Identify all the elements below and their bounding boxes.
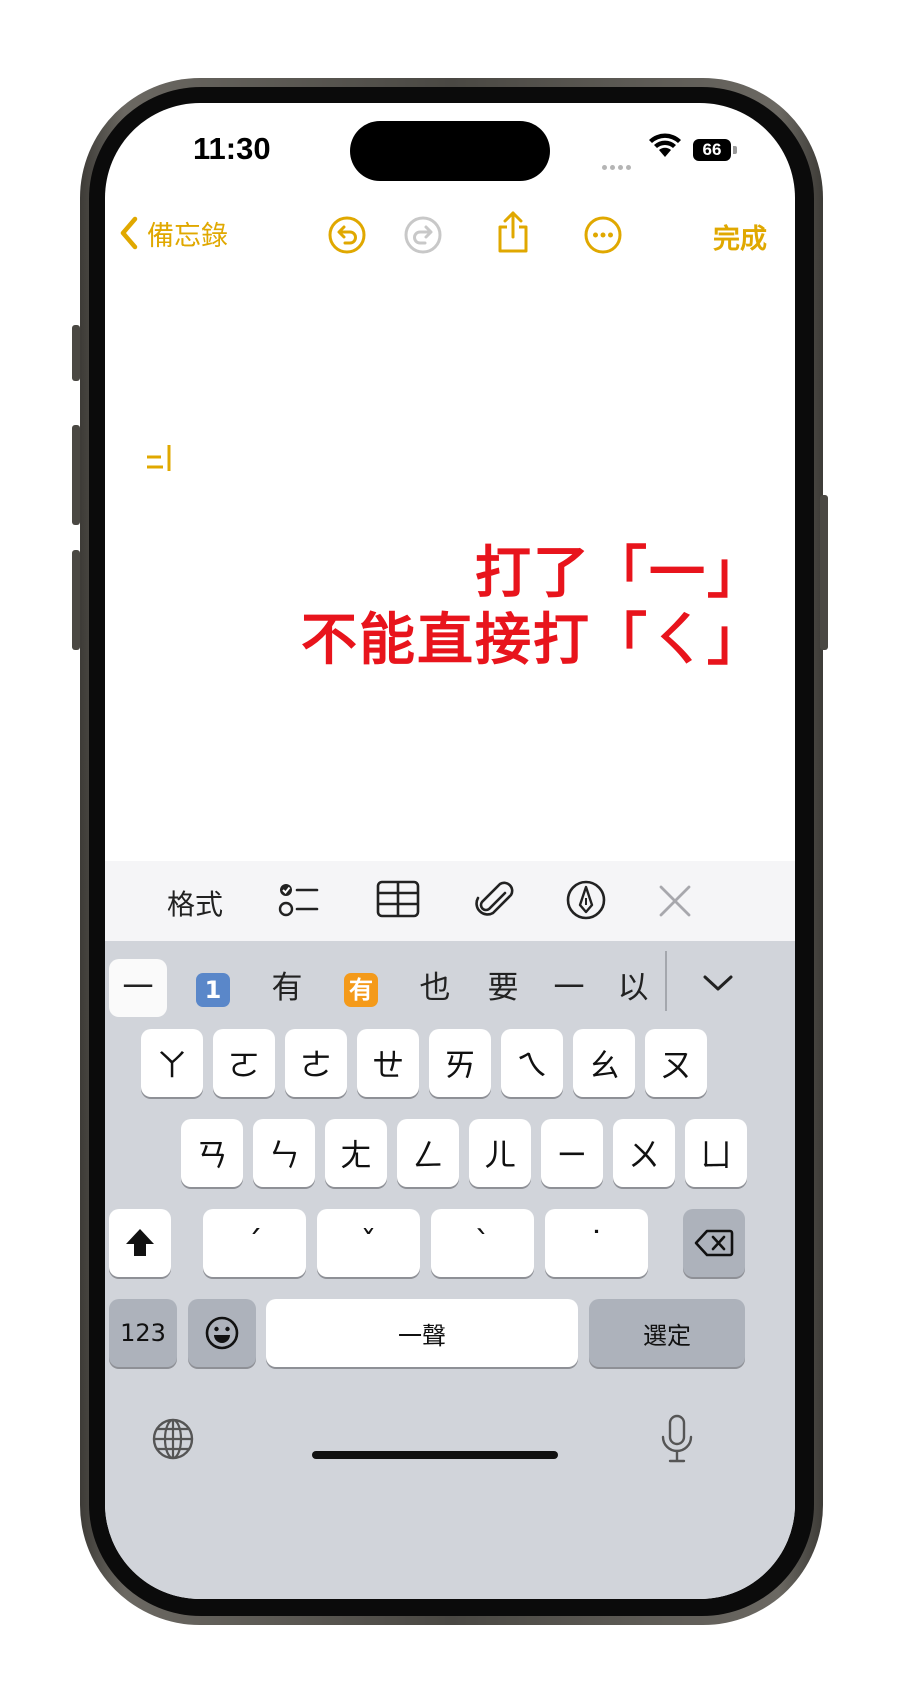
checklist-icon[interactable]	[277, 879, 319, 921]
dynamic-island	[350, 121, 550, 181]
battery-tip	[733, 146, 737, 154]
table-icon[interactable]	[375, 879, 421, 919]
power-button	[820, 495, 828, 650]
shift-key[interactable]	[109, 1209, 171, 1277]
candidate-bar: 一 1 有 有 也 要 一 以	[105, 941, 795, 1027]
key-ao[interactable]: ㄠ	[573, 1029, 635, 1097]
volume-up-button	[72, 425, 80, 525]
key-er[interactable]: ㄦ	[469, 1119, 531, 1187]
key-eng[interactable]: ㄥ	[397, 1119, 459, 1187]
microphone-icon[interactable]	[659, 1413, 695, 1465]
zhuyin-keyboard: 一 1 有 有 也 要 一 以 ㄚ ㄛ ㄜ ㄝ ㄞ ㄟ ㄠ ㄡ ㄢ ㄣ ㄤ ㄥ …	[105, 941, 795, 1599]
tone-key-neutral[interactable]: ˙	[545, 1209, 648, 1277]
attachment-icon[interactable]	[475, 879, 515, 923]
candidate-item[interactable]: 有	[265, 959, 309, 1017]
key-an[interactable]: ㄢ	[181, 1119, 243, 1187]
undo-icon[interactable]	[327, 215, 367, 255]
close-icon[interactable]	[657, 883, 693, 919]
candidate-item[interactable]: 也	[413, 959, 457, 1017]
key-u[interactable]: ㄨ	[613, 1119, 675, 1187]
chevron-down-icon[interactable]	[683, 959, 753, 1009]
emoji-key[interactable]	[188, 1299, 256, 1367]
volume-down-button	[72, 550, 80, 650]
key-ou[interactable]: ㄡ	[645, 1029, 707, 1097]
emoji-face-icon	[205, 1316, 239, 1350]
emoji-candidate: 有	[344, 972, 378, 1007]
select-key[interactable]: 選定	[589, 1299, 745, 1367]
candidate-divider	[665, 951, 667, 1011]
shift-arrow-icon	[126, 1229, 154, 1256]
globe-icon[interactable]	[151, 1417, 195, 1461]
tone-key-4[interactable]: ˋ	[431, 1209, 534, 1277]
numbers-key[interactable]: 123	[109, 1299, 177, 1367]
status-time: 11:30	[193, 131, 271, 166]
key-ang[interactable]: ㄤ	[325, 1119, 387, 1187]
action-button	[72, 325, 80, 381]
keycap-emoji: 1	[196, 972, 230, 1007]
tone-key-2[interactable]: ˊ	[203, 1209, 306, 1277]
markup-pen-icon[interactable]	[565, 879, 607, 921]
text-cursor-icon	[147, 445, 171, 471]
candidate-item[interactable]: 1	[191, 959, 235, 1017]
key-i[interactable]: ㄧ	[541, 1119, 603, 1187]
key-eh[interactable]: ㄝ	[357, 1029, 419, 1097]
candidate-item[interactable]: 一	[109, 959, 167, 1017]
chevron-left-icon	[120, 216, 138, 250]
more-options-icon[interactable]	[583, 215, 623, 255]
candidate-item[interactable]: 以	[611, 959, 655, 1017]
back-button[interactable]: 備忘錄	[113, 213, 228, 253]
space-key[interactable]: 一聲	[266, 1299, 578, 1367]
battery-indicator: 66	[693, 139, 731, 161]
share-icon[interactable]	[493, 209, 533, 255]
key-a[interactable]: ㄚ	[141, 1029, 203, 1097]
annotation-line-2: 不能直接打「ㄑ」	[301, 608, 765, 673]
redo-icon[interactable]	[403, 215, 443, 255]
home-indicator[interactable]	[312, 1451, 558, 1459]
tone-key-3[interactable]: ˇ	[317, 1209, 420, 1277]
key-en[interactable]: ㄣ	[253, 1119, 315, 1187]
screen: 11:30 66 備忘錄 完成 打了「一」 不能直接打「ㄑ」 格式 一 1 有 …	[105, 103, 795, 1599]
candidate-item[interactable]: 有	[339, 959, 383, 1017]
key-o[interactable]: ㄛ	[213, 1029, 275, 1097]
cellular-signal-icon	[602, 155, 634, 174]
format-button[interactable]: 格式	[167, 883, 223, 923]
done-button[interactable]: 完成	[713, 217, 767, 256]
delete-key[interactable]	[683, 1209, 745, 1277]
note-nav-bar: 備忘錄 完成	[105, 203, 795, 273]
candidate-item[interactable]: 要	[481, 959, 525, 1017]
candidate-item[interactable]: 一	[547, 959, 591, 1017]
key-e[interactable]: ㄜ	[285, 1029, 347, 1097]
wifi-icon	[649, 133, 681, 157]
format-toolbar: 格式	[105, 861, 795, 941]
key-yu[interactable]: ㄩ	[685, 1119, 747, 1187]
backspace-icon	[694, 1229, 734, 1257]
key-ei[interactable]: ㄟ	[501, 1029, 563, 1097]
back-button-label: 備忘錄	[147, 220, 228, 252]
key-ai[interactable]: ㄞ	[429, 1029, 491, 1097]
